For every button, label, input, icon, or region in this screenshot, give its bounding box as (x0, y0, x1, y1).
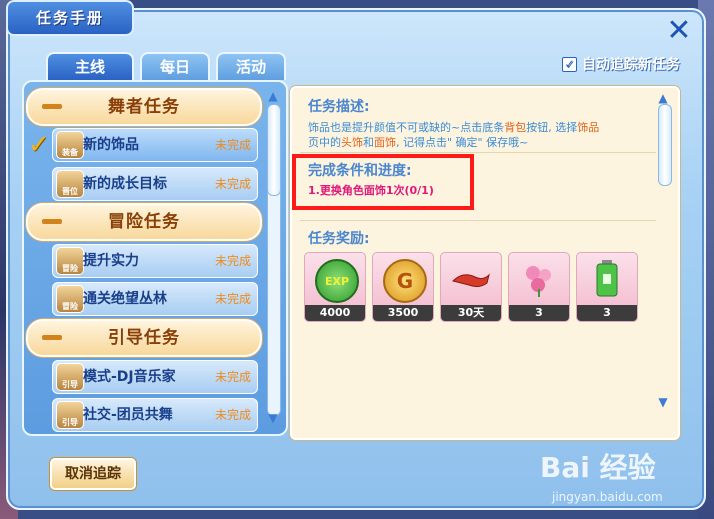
category-adventure[interactable]: 冒险任务 (26, 203, 262, 241)
quest-name: 新的饰品 (83, 137, 139, 153)
auto-track-checkbox[interactable]: ✓ (562, 56, 577, 72)
tab-main[interactable]: 主线 (46, 52, 134, 80)
window-title: 任务手册 (6, 0, 134, 36)
quest-status: 未完成 (214, 292, 251, 306)
quest-status: 未完成 (214, 408, 251, 422)
description-text: 饰品也是提升颜值不可或缺的~点击底条背包按钮, 选择饰品 页中的头饰和面饰, 记得… (308, 121, 600, 149)
quest-list-scrollbar-thumb[interactable] (267, 104, 281, 196)
watermark-url: jingyan.baidu.com (552, 490, 663, 504)
divider (300, 220, 656, 221)
reward-slot[interactable]: 3 (508, 252, 570, 322)
battery-can-icon (587, 259, 627, 299)
gold-coin-icon: G (383, 259, 427, 303)
exp-icon: EXP (315, 259, 359, 303)
category-dancer[interactable]: 舞者任务 (26, 88, 262, 126)
tab-daily[interactable]: 每日 (140, 52, 210, 80)
auto-track-option[interactable]: ✓ 自动追踪新任务 (562, 54, 680, 74)
quest-name: 模式-DJ音乐家 (83, 369, 176, 385)
reward-count: 3 (577, 305, 637, 321)
red-accessory-icon (451, 259, 491, 299)
detail-scroll-up-icon[interactable]: ▲ (656, 92, 670, 104)
flower-icon (519, 259, 559, 299)
highlight-box (292, 154, 474, 210)
checkmark-icon: ✓ (28, 130, 50, 160)
quest-status: 未完成 (214, 254, 251, 268)
quest-name: 提升实力 (83, 253, 139, 269)
tab-bar: 主线 每日 活动 (46, 52, 286, 80)
divider (300, 152, 656, 153)
category-title: 冒险任务 (108, 212, 180, 232)
quest-item[interactable]: 引导 社交-团员共舞 未完成 (52, 398, 258, 432)
reward-list: EXP 4000 G 3500 30天 3 3 (304, 252, 638, 322)
reward-slot[interactable]: EXP 4000 (304, 252, 366, 322)
reward-slot[interactable]: G 3500 (372, 252, 434, 322)
category-title: 舞者任务 (108, 97, 180, 117)
quest-item[interactable]: 冒险 提升实力 未完成 (52, 244, 258, 278)
quest-item[interactable]: 晋位 新的成长目标 未完成 (52, 167, 258, 201)
quest-status: 未完成 (214, 370, 251, 384)
reward-title: 任务奖励: (308, 231, 370, 247)
reward-count: 4000 (305, 305, 365, 321)
quest-status: 未完成 (214, 177, 251, 191)
quest-status: 未完成 (214, 138, 251, 152)
scroll-up-arrow-icon[interactable]: ▲ (266, 90, 280, 102)
reward-count: 30天 (441, 305, 501, 321)
tab-event[interactable]: 活动 (216, 52, 286, 80)
quest-item[interactable]: 引导 模式-DJ音乐家 未完成 (52, 360, 258, 394)
detail-scroll-down-icon[interactable]: ▼ (656, 396, 670, 408)
chest-icon: 冒险 (56, 285, 84, 313)
chest-icon: 冒险 (56, 247, 84, 275)
quest-name: 新的成长目标 (83, 176, 167, 192)
scroll-icon: 引导 (56, 401, 84, 429)
category-guide[interactable]: 引导任务 (26, 319, 262, 357)
auto-track-label: 自动追踪新任务 (582, 57, 680, 73)
quest-name: 通关绝望丛林 (83, 291, 167, 307)
gear-chest-icon: 装备 (56, 131, 84, 159)
cancel-track-button[interactable]: 取消追踪 (50, 458, 136, 490)
category-title: 引导任务 (108, 328, 180, 348)
crown-icon: 晋位 (56, 170, 84, 198)
reward-slot[interactable]: 30天 (440, 252, 502, 322)
baidu-watermark: Bai 经验 (540, 451, 656, 484)
quest-item[interactable]: 冒险 通关绝望丛林 未完成 (52, 282, 258, 316)
reward-slot[interactable]: 3 (576, 252, 638, 322)
detail-scrollbar-thumb[interactable] (658, 104, 672, 186)
reward-count: 3 (509, 305, 569, 321)
description-title: 任务描述: (308, 99, 370, 115)
scroll-down-arrow-icon[interactable]: ▼ (266, 412, 280, 424)
close-icon[interactable]: ✕ (664, 16, 694, 46)
reward-count: 3500 (373, 305, 433, 321)
quest-item[interactable]: 装备 新的饰品 未完成 (52, 128, 258, 162)
quest-name: 社交-团员共舞 (83, 407, 173, 423)
scroll-icon: 引导 (56, 363, 84, 391)
